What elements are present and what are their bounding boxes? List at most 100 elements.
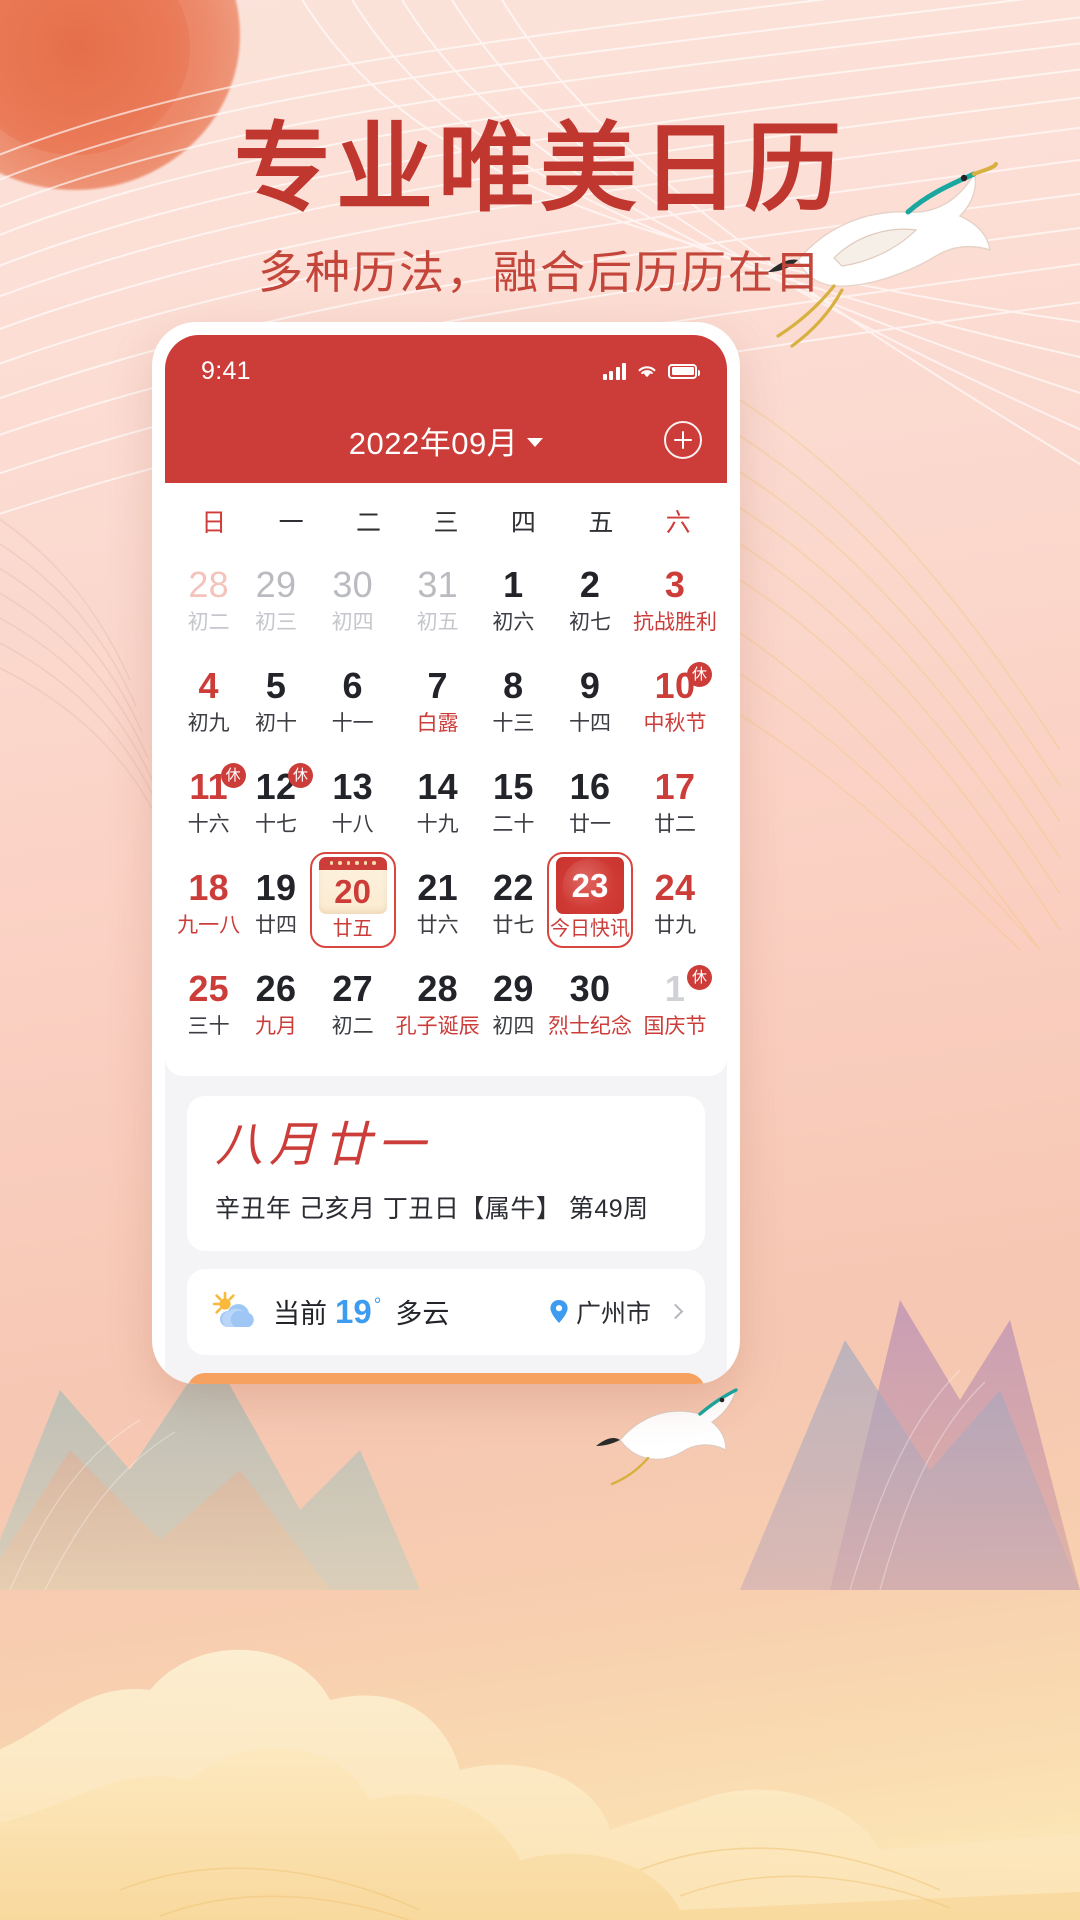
phone-screen: 9:41 2022年09月 日 一 二 三 四 五 六 28 初二 29 初三 … [165, 335, 727, 1384]
calendar-day-cell[interactable]: 1 国庆节 休 [633, 953, 717, 1054]
calendar-day-cell[interactable]: 30 烈士纪念 [547, 953, 633, 1054]
day-lunar-label: 初七 [569, 610, 611, 634]
calendar-day-cell[interactable]: 27 初二 [310, 953, 396, 1054]
calendar-day-cell[interactable]: 18 九一八 [175, 852, 242, 953]
poster-headline: 专业唯美日历 [234, 116, 846, 223]
calendar-card: 日 一 二 三 四 五 六 28 初二 29 初三 30 初四 31 初五 1 初六 2 初七 3 抗战胜利 4 初九 5 初… [165, 483, 727, 1076]
day-number: 30 [332, 563, 373, 605]
lunar-info-card[interactable]: 八月廿一 辛丑年 己亥月 丁丑日【属牛】 第49周 [187, 1096, 705, 1251]
add-event-button[interactable] [664, 421, 702, 459]
calendar-day-cell[interactable]: 24 廿九 [633, 852, 717, 953]
day-number: 27 [332, 967, 373, 1009]
weather-temperature: 19 [335, 1293, 372, 1331]
weekday-label-0: 日 [201, 509, 227, 537]
countdown-header[interactable]: 重要日倒数 [187, 1373, 705, 1384]
calendar-day-cell[interactable]: 11 十六休 [175, 751, 246, 852]
weekday-label-4: 四 [510, 509, 536, 537]
day-lunar-label: 孔子诞辰 [395, 1014, 480, 1038]
calendar-day-cell[interactable]: 9 十四 [547, 650, 633, 751]
today-highlight-box: 23 [556, 857, 624, 914]
calendar-day-cell[interactable]: 10 中秋节休 [633, 650, 717, 751]
month-title: 2022年09月 [348, 425, 519, 461]
calendar-day-cell[interactable]: 16 廿一 [547, 751, 633, 852]
day-number: 19 [255, 866, 297, 908]
calendar-day-cell[interactable]: 25 三十 [175, 953, 242, 1054]
calendar-day-cell[interactable]: 1 初六 [480, 549, 547, 650]
day-number: 6 [342, 664, 363, 706]
calendar-day-cell[interactable]: 17 廿二 [633, 751, 717, 852]
calendar-day-cell[interactable]: 14 十九 [396, 751, 480, 852]
calendar-day-cell[interactable]: 20 廿五 [309, 852, 396, 948]
day-number: 9 [579, 664, 601, 706]
weather-summary: 当前 19 ° 多云 [273, 1292, 449, 1331]
day-number: 21 [417, 866, 458, 908]
calendar-day-cell[interactable]: 23 今日快讯 [547, 852, 633, 948]
status-icons [602, 362, 700, 380]
day-lunar-label: 初四 [492, 1014, 535, 1038]
month-selector[interactable]: 2022年09月 [348, 418, 544, 463]
calendar-day-cell[interactable]: 21 廿六 [396, 852, 480, 953]
weather-location[interactable]: 广州市 [549, 1294, 684, 1330]
calendar-day-cell[interactable]: 31 初五 [396, 549, 480, 650]
day-number: 23 [571, 867, 609, 904]
day-number: 25 [188, 967, 229, 1009]
calendar-day-cell[interactable]: 15 二十 [480, 751, 547, 852]
day-lunar-label: 廿二 [654, 812, 696, 836]
chevron-down-icon [527, 438, 544, 447]
calendar-day-cell[interactable]: 19 廿四 [242, 852, 309, 953]
weekday-header: 日一二三四五六 [165, 483, 727, 549]
calendar-day-cell[interactable]: 29 初四 [480, 953, 547, 1054]
weather-prefix: 当前 [273, 1299, 327, 1330]
calendar-day-cell[interactable]: 8 十三 [480, 650, 547, 751]
calendar-day-cell[interactable]: 26 九月 [242, 953, 309, 1054]
calendar-day-cell[interactable]: 13 十八 [310, 751, 396, 852]
calendar-day-cell[interactable]: 5 初十 [242, 650, 309, 751]
day-lunar-label: 廿六 [416, 913, 459, 937]
nav-bar: 2022年09月 [165, 397, 727, 483]
calendar-day-cell[interactable]: 4 初九 [175, 650, 242, 751]
day-number: 17 [654, 765, 696, 807]
day-lunar-label: 中秋节 [643, 711, 707, 735]
calendar-day-cell[interactable]: 12 十七休 [242, 751, 313, 852]
day-number: 4 [198, 664, 219, 706]
calendar-grid[interactable]: 28 初二 29 初三 30 初四 31 初五 1 初六 2 初七 3 抗战胜利 4 初九 5 初十 6 十一 7 白露 8… [165, 549, 727, 1054]
weekday-label-6: 六 [665, 509, 691, 537]
countdown-card: 重要日倒数 204月谷雨2天 [187, 1372, 705, 1384]
calendar-day-cell[interactable]: 28 孔子诞辰 [396, 953, 480, 1054]
day-lunar-label: 初五 [416, 610, 459, 634]
calendar-day-cell[interactable]: 2 初七 [547, 549, 633, 650]
calendar-day-cell[interactable]: 3 抗战胜利 [633, 549, 717, 650]
day-number: 28 [188, 563, 229, 605]
calendar-day-cell[interactable]: 6 十一 [310, 650, 396, 751]
phone-mockup: 9:41 2022年09月 日 一 二 三 四 五 六 28 初二 29 初三 … [152, 322, 740, 1384]
day-lunar-label: 十三 [492, 711, 535, 735]
day-lunar-label: 初二 [187, 610, 230, 634]
calendar-binding-dots [319, 861, 387, 865]
calendar-day-cell[interactable]: 30 初四 [310, 549, 396, 650]
location-pin-icon [550, 1300, 568, 1324]
weekday-label-2: 二 [356, 509, 382, 537]
day-lunar-label: 白露 [416, 711, 459, 735]
calendar-day-cell[interactable]: 22 廿七 [480, 852, 547, 953]
day-lunar-label: 初四 [331, 610, 374, 634]
wifi-icon [638, 366, 656, 378]
day-lunar-label: 廿七 [492, 913, 535, 937]
day-lunar-label: 二十 [492, 812, 535, 836]
day-number: 30 [569, 967, 611, 1009]
degree-symbol: ° [373, 1295, 382, 1317]
day-number: 1 [664, 967, 686, 1009]
weather-row[interactable]: 当前 19 ° 多云 广州市 [187, 1268, 705, 1355]
rest-day-badge: 休 [687, 965, 712, 990]
calendar-day-cell[interactable]: 7 白露 [396, 650, 480, 751]
calendar-day-cell[interactable]: 28 初二 [175, 549, 242, 650]
lunar-date-detail: 辛丑年 己亥月 丁丑日【属牛】 第49周 [215, 1194, 649, 1223]
chevron-right-icon [667, 1304, 684, 1320]
lunar-date-title: 八月廿一 [215, 1119, 432, 1172]
day-lunar-label: 十九 [416, 812, 459, 836]
calendar-day-cell[interactable]: 29 初三 [242, 549, 309, 650]
day-number: 7 [427, 664, 448, 706]
signal-bars-icon [602, 362, 626, 380]
day-lunar-label: 九一八 [177, 913, 241, 937]
day-lunar-label: 初二 [331, 1014, 374, 1038]
day-number: 31 [417, 563, 458, 605]
